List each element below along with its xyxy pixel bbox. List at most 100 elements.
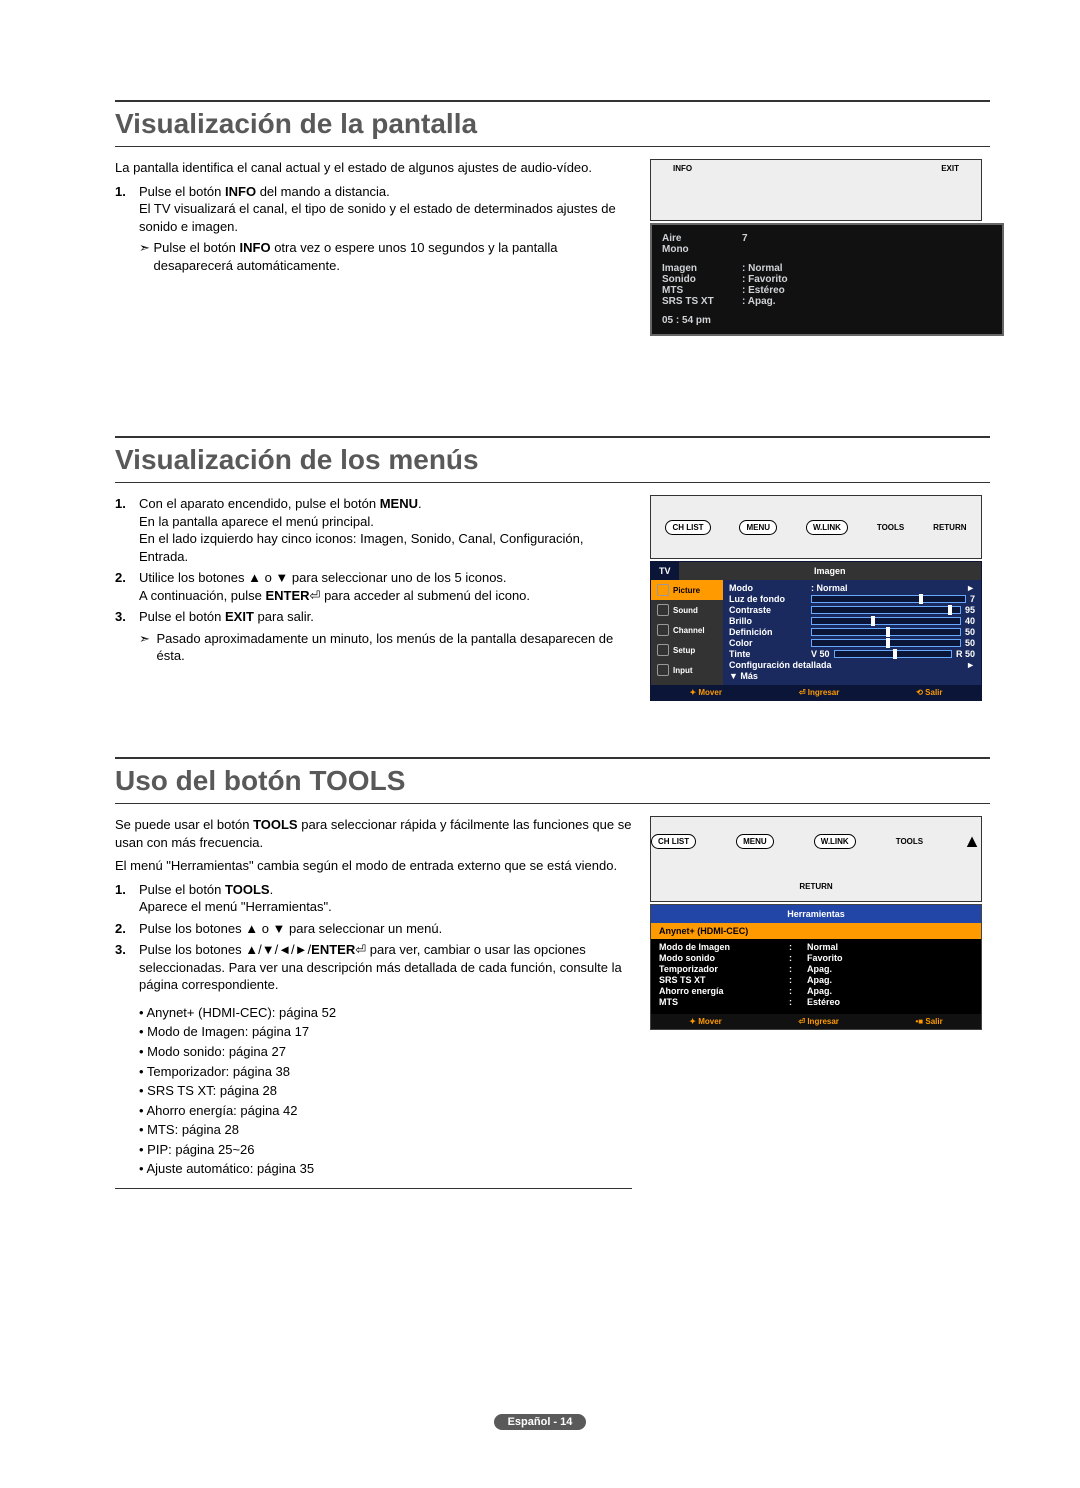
tool-value: Apag. — [807, 964, 832, 974]
tinte-pre: V 50 — [811, 649, 830, 659]
sound-icon — [657, 604, 669, 616]
menu-label: Color — [729, 638, 811, 648]
remote-diagram: CH LIST MENU W.LINK TOOLS ▲ RETURN — [650, 816, 982, 902]
bold: ENTER — [311, 942, 355, 957]
footer-salir: Salir — [925, 1017, 942, 1026]
osd-label: Sonido — [662, 274, 742, 285]
step-number: 3. — [115, 941, 139, 994]
setup-icon — [657, 644, 669, 656]
wlink-button: W.LINK — [814, 834, 856, 849]
text: El TV visualizará el canal, el tipo de s… — [139, 200, 632, 235]
return-label: RETURN — [933, 523, 966, 532]
tool-value: Normal — [807, 942, 838, 952]
picture-icon — [657, 584, 669, 596]
chlist-button: CH LIST — [665, 520, 710, 535]
menu-more: ▼ Más — [729, 671, 811, 681]
nav-item: Channel — [673, 626, 705, 635]
wlink-button: W.LINK — [806, 520, 848, 535]
nav-item: Sound — [673, 606, 698, 615]
text: Utilice los botones ▲ o ▼ para seleccion… — [139, 569, 632, 587]
menu-label: Tinte — [729, 649, 811, 659]
bold: EXIT — [225, 609, 254, 624]
text: En la pantalla aparece el menú principal… — [139, 513, 632, 531]
bold: INFO — [240, 240, 271, 255]
tool-value: Apag. — [807, 975, 832, 985]
tool-value: Favorito — [807, 953, 843, 963]
text: Pulse los botones ▲ o ▼ para seleccionar… — [139, 920, 632, 938]
tools-highlight: Anynet+ (HDMI-CEC) — [651, 923, 981, 939]
exit-icon: ⟲ — [916, 688, 925, 697]
list-item: • PIP: página 25~26 — [139, 1141, 632, 1159]
list-item: • Anynet+ (HDMI-CEC): página 52 — [139, 1004, 632, 1022]
osd-label: SRS TS XT — [662, 296, 742, 307]
tools-title: Herramientas — [651, 905, 981, 923]
enter-icon: ⏎ — [799, 688, 808, 697]
list-item: • Temporizador: página 38 — [139, 1063, 632, 1081]
input-icon — [657, 664, 669, 676]
info-osd: Aire7 Mono Imagen: Normal Sonido: Favori… — [650, 223, 1004, 336]
menu-value: 95 — [965, 605, 975, 615]
footer-mover: Mover — [698, 1017, 722, 1026]
menu-label: Contraste — [729, 605, 811, 615]
text: El menú "Herramientas" cambia según el m… — [115, 857, 632, 875]
text: Pulse el botón — [139, 882, 225, 897]
text: Se puede usar el botón — [115, 817, 253, 832]
text: para salir. — [254, 609, 314, 624]
enter-icon: ⏎ — [355, 942, 366, 957]
footer-ingresar: Ingresar — [807, 1017, 839, 1026]
osd-value: : Normal — [742, 263, 783, 274]
list-item: • Modo de Imagen: página 17 — [139, 1023, 632, 1041]
footer-salir: Salir — [925, 688, 942, 697]
remote-diagram: INFO EXIT — [650, 159, 982, 221]
text: del mando a distancia. — [256, 184, 390, 199]
tool-value: Apag. — [807, 986, 832, 996]
step-number: 1. — [115, 495, 139, 565]
step-number: 2. — [115, 920, 139, 938]
enter-icon: ⏎ — [798, 1017, 807, 1026]
osd-time: 05 : 54 pm — [662, 315, 742, 326]
step-number: 1. — [115, 183, 139, 236]
text: Aparece el menú "Herramientas". — [139, 898, 632, 916]
nav-item: Picture — [673, 586, 700, 595]
osd-value: 7 — [742, 233, 748, 244]
osd-value: : Apag. — [742, 296, 776, 307]
exit-icon: •■ — [916, 1017, 926, 1026]
menu-label: Modo — [729, 583, 811, 593]
step-number: 2. — [115, 569, 139, 604]
footer-ingresar: Ingresar — [808, 688, 840, 697]
list-item: • SRS TS XT: página 28 — [139, 1082, 632, 1100]
bold: TOOLS — [253, 817, 298, 832]
text: A continuación, pulse — [139, 588, 265, 603]
osd-value: : Estéreo — [742, 285, 785, 296]
osd-category: Imagen — [679, 562, 981, 580]
menu-value: R 50 — [956, 649, 975, 659]
text: Pulse el botón — [139, 184, 225, 199]
nav-item: Input — [673, 666, 693, 675]
section3-title: Uso del botón TOOLS — [115, 757, 990, 804]
page-footer: Español - 14 — [0, 1416, 1080, 1428]
list-item: • Ajuste automático: página 35 — [139, 1160, 632, 1178]
tools-label: TOOLS — [877, 523, 904, 532]
section1-intro: La pantalla identifica el canal actual y… — [115, 159, 632, 177]
menu-value: 7 — [970, 594, 975, 604]
menu-label: Configuración detallada — [729, 660, 832, 670]
bold: TOOLS — [225, 882, 270, 897]
tool-label: Modo de Imagen — [659, 942, 789, 952]
osd-value: : Favorito — [742, 274, 788, 285]
bold: MENU — [380, 496, 418, 511]
list-item: • Modo sonido: página 27 — [139, 1043, 632, 1061]
tool-label: Ahorro energía — [659, 986, 789, 996]
note-arrow-icon: ➣ — [139, 630, 157, 665]
osd-label: MTS — [662, 285, 742, 296]
channel-icon — [657, 624, 669, 636]
section2-title: Visualización de los menús — [115, 436, 990, 483]
tool-value: Estéreo — [807, 997, 840, 1007]
up-arrow-icon: ▲ — [963, 831, 981, 852]
remote-diagram: CH LIST MENU W.LINK TOOLS RETURN — [650, 495, 982, 559]
return-label: RETURN — [799, 882, 832, 891]
tools-osd: Herramientas Anynet+ (HDMI-CEC) Modo de … — [650, 904, 982, 1030]
tool-label: Temporizador — [659, 964, 789, 974]
text: Pulse el botón — [139, 609, 225, 624]
bold: INFO — [225, 184, 256, 199]
bullet-list: • Anynet+ (HDMI-CEC): página 52 • Modo d… — [139, 1004, 632, 1178]
